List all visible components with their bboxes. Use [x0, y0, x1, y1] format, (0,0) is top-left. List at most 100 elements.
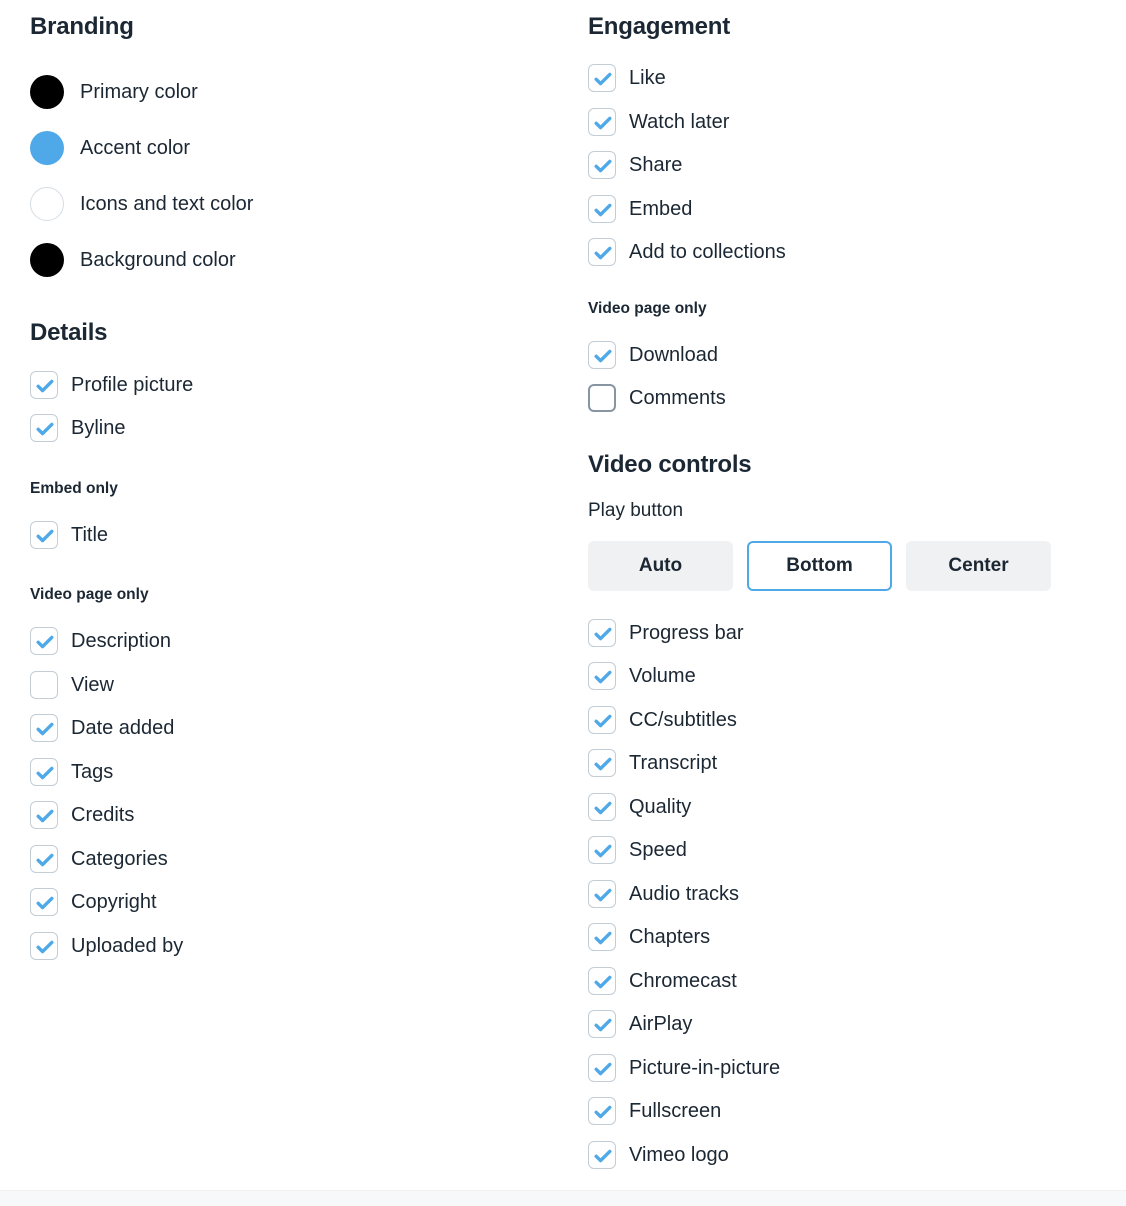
checkbox-label: Quality [629, 795, 692, 818]
checkbox-label: Description [71, 630, 172, 653]
checkbox-row[interactable]: Share [588, 143, 1126, 187]
checkbox-label: Embed [629, 197, 693, 220]
checkbox-label: Fullscreen [629, 1100, 722, 1123]
checkbox-row[interactable]: Picture-in-picture [588, 1046, 1126, 1090]
color-swatch-circle-icon[interactable] [30, 131, 64, 166]
checkbox-label: Vimeo logo [629, 1143, 729, 1166]
color-swatch-label: Accent color [80, 137, 191, 160]
checkbox-row[interactable]: Profile picture [30, 363, 574, 407]
checkbox-checked-icon[interactable] [588, 1097, 616, 1126]
checkbox-checked-icon[interactable] [588, 792, 616, 821]
checkbox-checked-icon[interactable] [588, 107, 616, 136]
color-swatch-row[interactable]: Background color [30, 232, 574, 288]
details-check-list: Profile picture Byline [30, 363, 574, 450]
color-swatch-circle-icon[interactable] [30, 187, 64, 222]
checkbox-row[interactable]: Embed [588, 187, 1126, 231]
checkbox-label: Chromecast [629, 969, 737, 992]
color-swatch-label: Primary color [80, 81, 198, 104]
checkbox-label: Watch later [629, 110, 730, 133]
checkbox-row[interactable]: Byline [30, 406, 574, 450]
checkbox-row[interactable]: Volume [588, 655, 1126, 699]
checkbox-checked-icon[interactable] [588, 705, 616, 734]
checkbox-row[interactable]: Categories [30, 837, 574, 881]
checkbox-unchecked-icon[interactable] [30, 670, 58, 699]
checkbox-checked-icon[interactable] [30, 931, 58, 960]
checkbox-checked-icon[interactable] [588, 966, 616, 995]
checkbox-row[interactable]: Quality [588, 785, 1126, 829]
checkbox-checked-icon[interactable] [30, 801, 58, 830]
checkbox-row[interactable]: Download [588, 333, 1126, 377]
play-button-position-option[interactable]: Center [906, 541, 1051, 592]
checkbox-checked-icon[interactable] [588, 194, 616, 223]
checkbox-checked-icon[interactable] [588, 340, 616, 369]
checkbox-label: Profile picture [71, 373, 194, 396]
checkbox-row[interactable]: Copyright [30, 880, 574, 924]
bottom-divider-bar [0, 1190, 1126, 1206]
branding-swatch-list: Primary color Accent color Icons and text … [30, 64, 574, 288]
checkbox-checked-icon[interactable] [30, 714, 58, 743]
play-button-position-option[interactable]: Bottom [747, 541, 892, 592]
checkbox-row[interactable]: Add to collections [588, 230, 1126, 274]
checkbox-label: Tags [71, 760, 114, 783]
checkbox-row[interactable]: Credits [30, 793, 574, 837]
checkbox-row[interactable]: Transcript [588, 742, 1126, 786]
checkbox-checked-icon[interactable] [588, 238, 616, 267]
checkbox-checked-icon[interactable] [30, 757, 58, 786]
checkbox-label: Add to collections [629, 241, 786, 264]
checkbox-row[interactable]: Fullscreen [588, 1090, 1126, 1134]
checkbox-checked-icon[interactable] [588, 1140, 616, 1169]
checkbox-row[interactable]: Description [30, 619, 574, 663]
details-embed-only-subtitle: Embed only [30, 479, 118, 497]
checkbox-checked-icon[interactable] [588, 64, 616, 93]
checkbox-row[interactable]: Vimeo logo [588, 1133, 1126, 1177]
checkbox-checked-icon[interactable] [30, 844, 58, 873]
video-controls-check-list: Progress bar Volume CC/subtitles Transcript… [588, 611, 1126, 1177]
checkbox-checked-icon[interactable] [588, 749, 616, 778]
checkbox-label: Date added [71, 717, 175, 740]
play-button-position-option[interactable]: Auto [588, 541, 733, 592]
checkbox-row[interactable]: Comments [588, 376, 1126, 420]
checkbox-label: Speed [629, 839, 687, 862]
checkbox-row[interactable]: Chromecast [588, 959, 1126, 1003]
checkbox-checked-icon[interactable] [588, 662, 616, 691]
checkbox-checked-icon[interactable] [588, 618, 616, 647]
checkbox-label: Comments [629, 387, 726, 410]
checkbox-label: Like [629, 67, 666, 90]
color-swatch-row[interactable]: Accent color [30, 120, 574, 176]
right-column: Engagement Like Watch later Share Embed Add … [574, 13, 1126, 1177]
checkbox-unchecked-icon[interactable] [588, 384, 616, 413]
checkbox-label: Share [629, 154, 683, 177]
checkbox-checked-icon[interactable] [588, 1053, 616, 1082]
details-video-page-only-subtitle: Video page only [30, 586, 149, 604]
checkbox-row[interactable]: View [30, 663, 574, 707]
checkbox-row[interactable]: Audio tracks [588, 872, 1126, 916]
checkbox-row[interactable]: Title [30, 513, 574, 557]
settings-columns: Branding Primary color Accent color Icons … [0, 0, 1126, 1177]
color-swatch-row[interactable]: Primary color [30, 64, 574, 120]
checkbox-checked-icon[interactable] [588, 151, 616, 180]
checkbox-checked-icon[interactable] [588, 879, 616, 908]
checkbox-checked-icon[interactable] [30, 370, 58, 399]
checkbox-checked-icon[interactable] [30, 414, 58, 443]
checkbox-row[interactable]: Speed [588, 829, 1126, 873]
checkbox-label: Copyright [71, 891, 157, 914]
checkbox-row[interactable]: AirPlay [588, 1003, 1126, 1047]
checkbox-row[interactable]: Like [588, 56, 1126, 100]
checkbox-checked-icon[interactable] [30, 520, 58, 549]
checkbox-row[interactable]: Chapters [588, 916, 1126, 960]
checkbox-row[interactable]: CC/subtitles [588, 698, 1126, 742]
checkbox-checked-icon[interactable] [588, 1010, 616, 1039]
checkbox-row[interactable]: Watch later [588, 100, 1126, 144]
checkbox-row[interactable]: Uploaded by [30, 924, 574, 968]
checkbox-row[interactable]: Tags [30, 750, 574, 794]
color-swatch-circle-icon[interactable] [30, 75, 64, 110]
checkbox-checked-icon[interactable] [30, 888, 58, 917]
color-swatch-circle-icon[interactable] [30, 243, 64, 278]
checkbox-checked-icon[interactable] [588, 923, 616, 952]
color-swatch-row[interactable]: Icons and text color [30, 176, 574, 232]
checkbox-checked-icon[interactable] [30, 627, 58, 656]
checkbox-row[interactable]: Date added [30, 706, 574, 750]
details-video-page-only-list: Description View Date added Tags Credits Cate… [30, 619, 574, 967]
checkbox-row[interactable]: Progress bar [588, 611, 1126, 655]
checkbox-checked-icon[interactable] [588, 836, 616, 865]
